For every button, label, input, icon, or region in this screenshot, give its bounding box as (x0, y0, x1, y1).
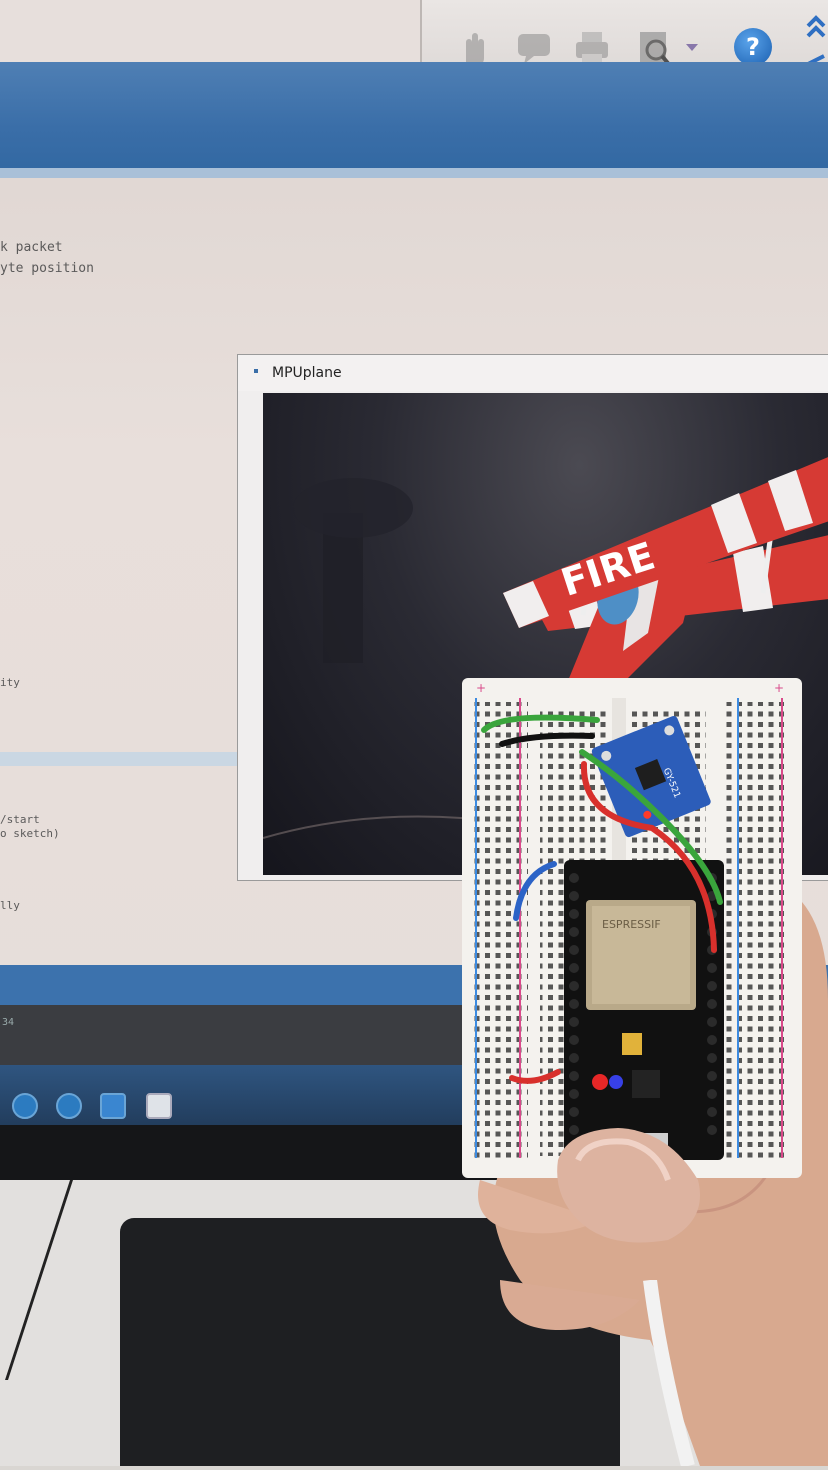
code-line: k packet (0, 240, 63, 255)
code-line: o sketch) (0, 827, 60, 840)
window-titlebar[interactable]: MPUplane (238, 355, 828, 391)
taskbar-app-icon[interactable] (146, 1093, 172, 1119)
taskbar-app-icon[interactable] (12, 1093, 38, 1119)
code-line: yte position (0, 261, 94, 276)
taskbar-app-icon[interactable] (56, 1093, 82, 1119)
thumb (548, 1120, 708, 1250)
taskbar-app-icon[interactable] (100, 1093, 126, 1119)
chip-label: ESPRESSIF (602, 918, 661, 931)
editor-tab-strip (0, 168, 828, 178)
window-title: MPUplane (272, 365, 342, 381)
editor-divider (0, 752, 260, 766)
console-line: 34 (2, 1017, 15, 1028)
code-line: ity (0, 676, 20, 689)
code-line: lly (0, 899, 20, 912)
breadboard: ESPRESSIF GY-521 + + (462, 678, 802, 1178)
code-line: /start (0, 813, 40, 826)
collapse-icon[interactable] (804, 10, 828, 70)
biplane: FIRE (503, 457, 828, 713)
chevron-down-icon[interactable] (686, 44, 698, 51)
usb-cable (640, 1279, 700, 1468)
svg-text:+: + (476, 681, 486, 695)
app-icon (254, 369, 258, 373)
svg-text:+: + (774, 681, 784, 695)
editor-header-bar (0, 62, 828, 172)
help-icon[interactable]: ? (734, 28, 772, 66)
